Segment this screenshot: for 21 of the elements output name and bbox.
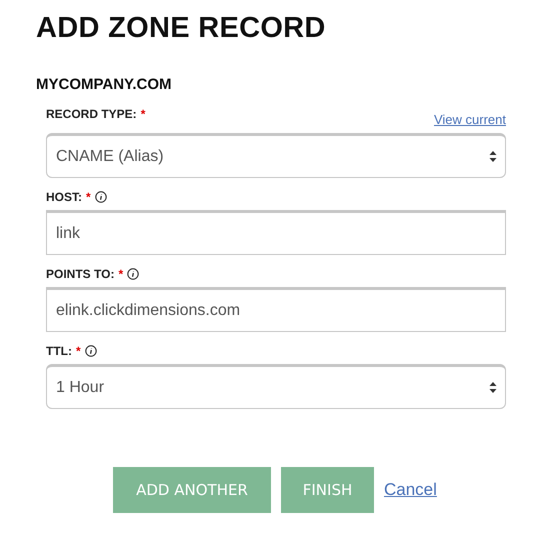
required-mark: * (86, 190, 91, 204)
info-icon[interactable] (84, 345, 97, 357)
required-mark: * (140, 107, 146, 121)
sort-arrows-icon (489, 381, 497, 394)
sort-arrows-icon (489, 150, 497, 163)
view-current-link[interactable]: View current (434, 112, 506, 127)
required-mark: * (76, 344, 81, 358)
select-field[interactable]: CNAME (Alias) (46, 133, 506, 178)
info-icon[interactable] (127, 268, 140, 280)
required-mark: * (118, 267, 124, 281)
field-label: RECORD TYPE: (46, 107, 137, 121)
field-label: TTL: (46, 344, 72, 358)
input-field[interactable]: elink.clickdimensions.com (46, 287, 506, 332)
cancel-link[interactable]: Cancel (384, 480, 437, 500)
domain-name: MYCOMPANY.COM (36, 76, 173, 93)
field-label: HOST: (46, 190, 82, 204)
select-field[interactable]: 1 Hour (46, 364, 506, 409)
input-field[interactable]: link (46, 210, 506, 255)
page-title: ADD ZONE RECORD (36, 12, 327, 45)
info-icon[interactable] (94, 191, 107, 203)
field-label: POINTS TO: (46, 267, 114, 281)
